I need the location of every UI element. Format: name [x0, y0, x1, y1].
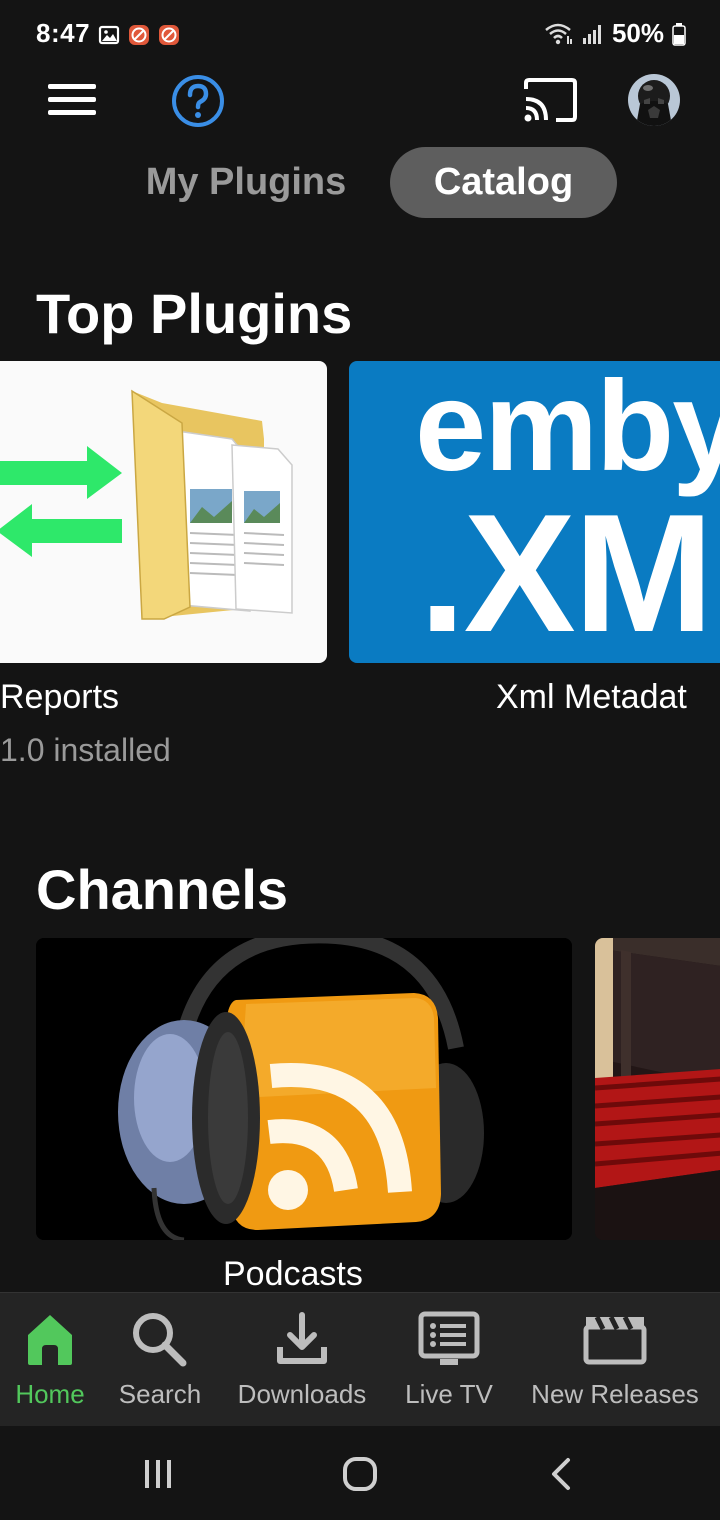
- cast-button[interactable]: [520, 75, 580, 125]
- help-circle-icon: [172, 75, 224, 127]
- back-icon: [552, 1458, 570, 1490]
- home-system-button[interactable]: [330, 1446, 390, 1502]
- nav-new-releases-icon-wrap: [581, 1309, 649, 1369]
- xml-logo-text: .XM: [419, 479, 714, 663]
- status-notification-icons: [98, 24, 180, 46]
- plugin-card-xml-metadata[interactable]: emby .XM: [349, 361, 720, 663]
- status-right: 50%: [544, 18, 686, 49]
- bottom-navigation: Home Search Downloads Live TV New Releas…: [0, 1292, 720, 1426]
- help-button[interactable]: [170, 73, 226, 129]
- menu-button[interactable]: [46, 80, 98, 120]
- channel-card-theater[interactable]: [595, 938, 720, 1240]
- nav-downloads-label: Downloads: [237, 1379, 367, 1409]
- nav-downloads-icon-wrap: [268, 1309, 336, 1369]
- gallery-icon: [98, 25, 120, 45]
- nav-search[interactable]: Search: [108, 1293, 212, 1427]
- live-tv-icon: [418, 1311, 480, 1365]
- plugin-status-reports: 1.0 installed: [0, 732, 171, 768]
- nav-new-releases-label: New Releases: [531, 1379, 699, 1409]
- hamburger-menu-icon: [48, 84, 96, 115]
- nav-search-icon-wrap: [126, 1309, 194, 1369]
- cast-icon: [524, 78, 577, 122]
- home-icon: [28, 1315, 72, 1365]
- home-circle-icon: [343, 1457, 377, 1491]
- section-title-top-plugins: Top Plugins: [36, 282, 353, 345]
- system-navigation-bar: [0, 1426, 720, 1520]
- plugin-title-reports: Reports: [0, 678, 120, 716]
- signal-icon: [582, 24, 601, 44]
- channel-card-podcasts[interactable]: [36, 938, 572, 1240]
- clapperboard-icon: [583, 1315, 647, 1365]
- nav-search-label: Search: [118, 1379, 202, 1409]
- nav-live-tv-icon-wrap: [415, 1309, 483, 1369]
- wifi-icon: [545, 23, 572, 44]
- avatar-image: [628, 74, 680, 126]
- nav-downloads[interactable]: Downloads: [226, 1293, 378, 1427]
- recent-apps-button[interactable]: [128, 1446, 188, 1502]
- reports-plugin-image: [0, 389, 293, 620]
- search-icon: [133, 1313, 187, 1367]
- plugin-card-reports[interactable]: [0, 361, 327, 663]
- podcasts-image: [36, 938, 572, 1240]
- battery-icon: [672, 22, 686, 46]
- theater-image: [595, 938, 720, 1240]
- download-icon: [277, 1312, 327, 1364]
- nav-home-icon-wrap: [16, 1309, 84, 1369]
- plugin-title-xml-metadata: Xml Metadat: [496, 678, 687, 716]
- tab-my-plugins[interactable]: My Plugins: [130, 150, 362, 214]
- battery-percent: 50%: [611, 18, 664, 48]
- nav-new-releases[interactable]: New Releases: [520, 1293, 710, 1427]
- tab-catalog[interactable]: Catalog: [390, 147, 617, 218]
- nav-home-label: Home: [15, 1379, 85, 1409]
- channel-title-podcasts: Podcasts: [223, 1255, 363, 1293]
- app-notification-icon: [129, 25, 149, 45]
- section-title-channels: Channels: [36, 858, 289, 921]
- recent-apps-icon: [145, 1460, 171, 1488]
- nav-live-tv-label: Live TV: [405, 1379, 493, 1409]
- status-bar: 8:47 50%: [0, 0, 720, 70]
- user-avatar[interactable]: [628, 74, 680, 126]
- back-button[interactable]: [532, 1446, 592, 1502]
- app-notification-icon: [159, 25, 179, 45]
- status-time: 8:47: [36, 18, 91, 48]
- nav-home[interactable]: Home: [0, 1293, 100, 1427]
- nav-live-tv[interactable]: Live TV: [396, 1293, 502, 1427]
